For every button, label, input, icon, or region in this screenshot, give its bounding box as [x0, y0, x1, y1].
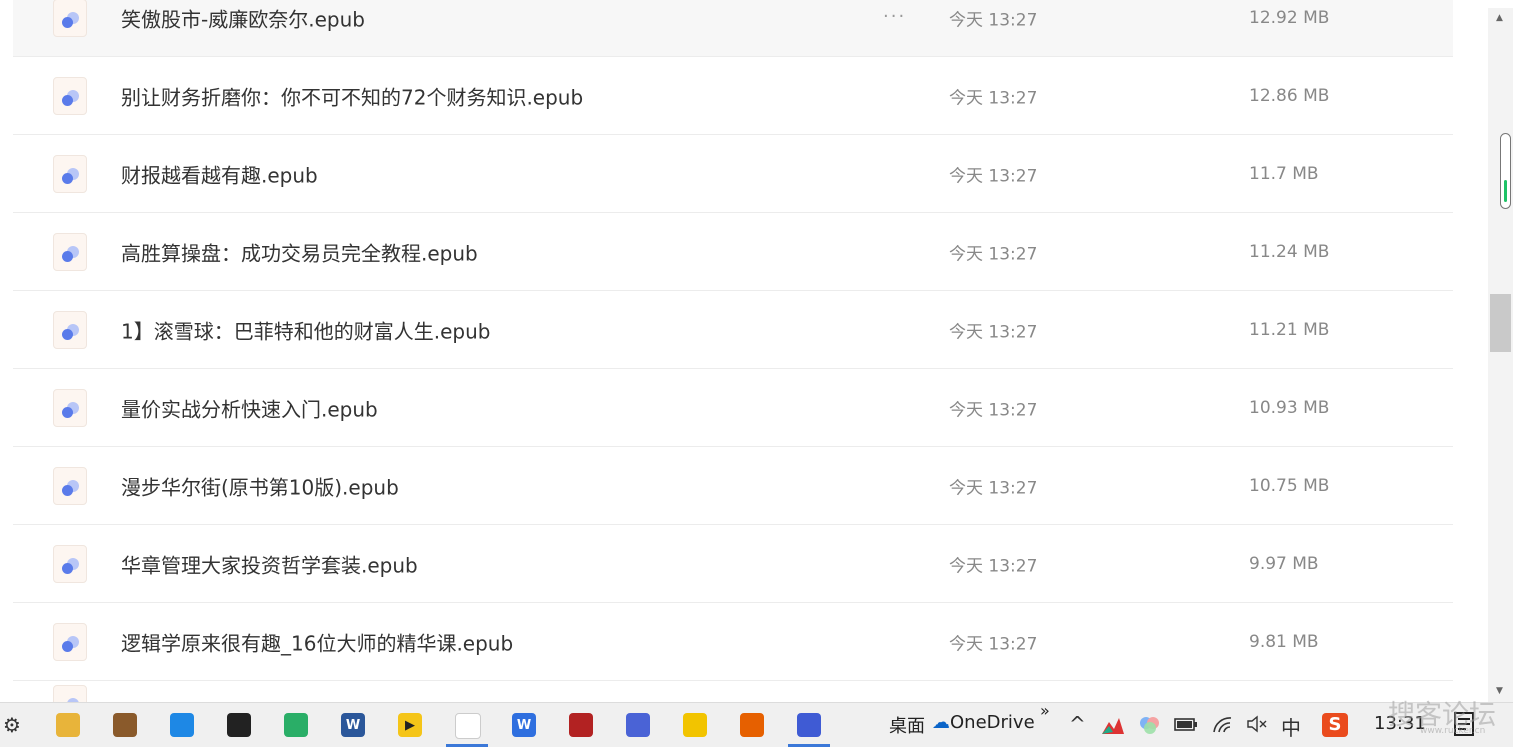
file-row[interactable]: 逻辑学原来很有趣_16位大师的精华课.epub 今天 13:27 9.81 MB	[13, 604, 1453, 681]
word-icon[interactable]: W	[341, 713, 365, 737]
file-size: 11.7 MB	[1249, 164, 1319, 184]
file-row-partial[interactable]	[13, 682, 1453, 702]
cloud-icon: ☁	[932, 712, 950, 733]
file-date: 今天 13:27	[949, 88, 1038, 109]
circle-app-2-icon[interactable]	[797, 713, 821, 737]
music-icon[interactable]	[683, 713, 707, 737]
epub-file-icon	[53, 233, 87, 271]
epub-file-icon	[53, 623, 87, 661]
toolbar-overflow-icon[interactable]: »	[1040, 701, 1050, 720]
battery-icon[interactable]	[1173, 714, 1199, 739]
file-row[interactable]: 别让财务折磨你：你不可不知的72个财务知识.epub 今天 13:27 12.86 …	[13, 58, 1453, 135]
file-date: 今天 13:27	[949, 478, 1038, 499]
file-size: 10.93 MB	[1249, 398, 1330, 418]
file-name[interactable]: 漫步华尔街(原书第10版).epub	[121, 472, 399, 501]
file-date: 今天 13:27	[949, 322, 1038, 343]
settings-icon[interactable]: ⚙	[2, 713, 22, 737]
file-size: 9.81 MB	[1249, 632, 1319, 652]
video-player-icon[interactable]: ▶	[398, 713, 422, 737]
scroll-thumb[interactable]	[1490, 294, 1511, 352]
epub-file-icon	[53, 0, 87, 37]
file-size: 12.86 MB	[1249, 86, 1330, 106]
wechat-icon[interactable]	[284, 713, 308, 737]
file-name[interactable]: 笑傲股市-威廉欧奈尔.epub	[121, 4, 365, 33]
file-date: 今天 13:27	[949, 556, 1038, 577]
floating-scroll-handle[interactable]	[1500, 133, 1511, 209]
file-name[interactable]: 逻辑学原来很有趣_16位大师的精华课.epub	[121, 628, 513, 657]
browser-blue-icon[interactable]	[170, 713, 194, 737]
epub-file-icon	[53, 311, 87, 349]
file-name[interactable]: 华章管理大家投资哲学套装.epub	[121, 550, 418, 579]
scroll-up-arrow-icon[interactable]: ▲	[1496, 13, 1503, 23]
file-row[interactable]: 高胜算操盘：成功交易员完全教程.epub 今天 13:27 11.24 MB	[13, 214, 1453, 291]
epub-file-icon	[53, 545, 87, 583]
file-name[interactable]: 1】滚雪球：巴菲特和他的财富人生.epub	[121, 316, 490, 345]
firefox-icon[interactable]	[740, 713, 764, 737]
file-size: 10.75 MB	[1249, 476, 1330, 496]
file-date: 今天 13:27	[949, 10, 1038, 31]
epub-file-icon	[53, 389, 87, 427]
tray-chevron-icon[interactable]: ^	[1069, 712, 1086, 736]
file-date: 今天 13:27	[949, 634, 1038, 655]
wps-icon[interactable]: W	[512, 713, 536, 737]
file-date: 今天 13:27	[949, 166, 1038, 187]
file-size: 11.21 MB	[1249, 320, 1330, 340]
voicemeeter-icon[interactable]	[569, 713, 593, 737]
volume-muted-icon[interactable]	[1245, 714, 1269, 739]
netdisk-tray-icon[interactable]	[1138, 714, 1162, 741]
taskbar: ⚙ W ▶ W 桌面 ☁OneDrive » ^ 中 S 13:31	[0, 701, 1513, 747]
file-row[interactable]: 量价实战分析快速入门.epub 今天 13:27 10.93 MB	[13, 370, 1453, 447]
file-name[interactable]: 高胜算操盘：成功交易员完全教程.epub	[121, 238, 478, 267]
file-list: 笑傲股市-威廉欧奈尔.epub ··· 今天 13:27 12.92 MB 别让财务折磨…	[0, 0, 1488, 702]
file-row[interactable]: 财报越看越有趣.epub 今天 13:27 11.7 MB	[13, 136, 1453, 213]
onedrive-label[interactable]: ☁OneDrive	[932, 712, 1036, 733]
ime-indicator[interactable]: 中	[1281, 712, 1301, 741]
file-size: 9.97 MB	[1249, 554, 1319, 574]
books-icon[interactable]	[113, 713, 137, 737]
file-name[interactable]: 量价实战分析快速入门.epub	[121, 394, 378, 423]
file-size: 12.92 MB	[1249, 8, 1330, 28]
file-row[interactable]: 漫步华尔街(原书第10版).epub 今天 13:27 10.75 MB	[13, 448, 1453, 525]
epub-file-icon	[53, 467, 87, 505]
chart-tray-icon[interactable]	[1101, 714, 1125, 741]
watermark-url: www.rucker.cn	[1420, 726, 1486, 736]
epub-file-icon	[53, 77, 87, 115]
file-size: 11.24 MB	[1249, 242, 1330, 262]
circle-app-icon[interactable]	[626, 713, 650, 737]
file-row[interactable]: 华章管理大家投资哲学套装.epub 今天 13:27 9.97 MB	[13, 526, 1453, 603]
onedrive-text: OneDrive	[950, 712, 1035, 733]
file-date: 今天 13:27	[949, 244, 1038, 265]
file-explorer-icon[interactable]	[56, 713, 80, 737]
epub-file-icon	[53, 155, 87, 193]
epub-file-icon	[53, 685, 87, 702]
file-name[interactable]: 别让财务折磨你：你不可不知的72个财务知识.epub	[121, 82, 583, 111]
wifi-icon[interactable]	[1211, 714, 1235, 739]
file-row[interactable]: 笑傲股市-威廉欧奈尔.epub ··· 今天 13:27 12.92 MB	[13, 0, 1453, 57]
scroll-down-arrow-icon[interactable]: ▼	[1496, 686, 1503, 696]
desktop-toolbar-label[interactable]: 桌面	[889, 712, 925, 738]
file-row[interactable]: 1】滚雪球：巴菲特和他的财富人生.epub 今天 13:27 11.21 MB	[13, 292, 1453, 369]
more-options-icon[interactable]: ···	[883, 6, 906, 27]
scrollbar[interactable]: ▲ ▼	[1488, 8, 1513, 702]
qq-penguin-icon[interactable]	[227, 713, 251, 737]
file-date: 今天 13:27	[949, 400, 1038, 421]
file-name[interactable]: 财报越看越有趣.epub	[121, 160, 318, 189]
baidu-netdisk-icon[interactable]	[455, 713, 481, 739]
sogou-ime-icon[interactable]: S	[1322, 713, 1348, 737]
